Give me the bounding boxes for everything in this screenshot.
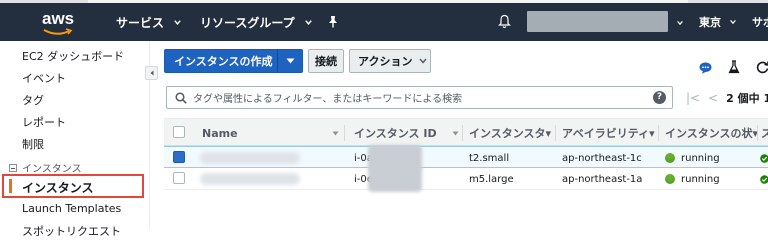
column-header-status-check[interactable]: ス bbox=[761, 119, 768, 147]
pin-icon[interactable] bbox=[327, 15, 339, 28]
sidebar-item-spot-requests[interactable]: スポットリクエスト bbox=[22, 223, 121, 239]
table-header: Name インスタンス ID インスタンスタ▾ アベイラビリティ▾ インスタンス… bbox=[164, 118, 768, 146]
sort-icon bbox=[332, 131, 339, 136]
column-header-label: インスタンス ID bbox=[354, 127, 437, 140]
instance-name-redacted bbox=[200, 173, 300, 185]
instance-name-redacted bbox=[200, 152, 300, 164]
sidebar-item-limits[interactable]: 制限 bbox=[22, 136, 44, 152]
chevron-down-icon[interactable] bbox=[676, 19, 684, 27]
check-circle-icon bbox=[760, 174, 768, 184]
availability-zone-cell: ap-northeast-1c bbox=[562, 152, 642, 164]
table-row[interactable]: i-0a0 t2.small ap-northeast-1c running bbox=[164, 145, 768, 171]
sidebar-item-label: インスタンス bbox=[22, 181, 94, 195]
select-all-checkbox[interactable] bbox=[173, 126, 185, 138]
sidebar-item-events[interactable]: イベント bbox=[22, 70, 66, 86]
column-header-instance-state[interactable]: インスタンスの状▾ bbox=[665, 119, 757, 147]
sidebar-section-instances[interactable]: インスタンス bbox=[9, 160, 82, 175]
aws-navbar: aws サービス リソースグループ 東京 サポ bbox=[0, 3, 768, 41]
sidebar-collapse-button[interactable] bbox=[145, 66, 158, 80]
refresh-icon[interactable] bbox=[756, 60, 768, 74]
search-placeholder: タグや属性によるフィルター、またはキーワードによる検索 bbox=[193, 94, 463, 105]
column-header-availability-zone[interactable]: アベイラビリティ▾ bbox=[562, 119, 658, 147]
chat-icon[interactable] bbox=[699, 62, 712, 74]
sidebar-item-tags[interactable]: タグ bbox=[22, 92, 44, 108]
aws-smile-icon bbox=[43, 28, 73, 35]
flask-icon[interactable] bbox=[728, 60, 740, 74]
column-divider bbox=[555, 125, 556, 141]
check-circle-icon bbox=[760, 153, 768, 163]
sort-icon bbox=[452, 131, 459, 136]
column-divider bbox=[658, 125, 659, 141]
running-status-icon bbox=[665, 153, 675, 163]
services-label: サービス bbox=[116, 15, 165, 30]
column-header-label: Name bbox=[202, 126, 238, 140]
column-divider bbox=[757, 125, 758, 141]
column-header-label: アベイラビリティ▾ bbox=[562, 127, 655, 140]
instance-type-cell: t2.small bbox=[469, 152, 510, 164]
column-header-label: インスタンスタ▾ bbox=[469, 127, 552, 140]
column-divider bbox=[344, 125, 345, 141]
chevron-down-icon bbox=[174, 19, 181, 25]
row-checkbox[interactable] bbox=[173, 172, 185, 184]
column-header-label: ス bbox=[761, 127, 768, 140]
sidebar-item-ec2-dashboard[interactable]: EC2 ダッシュボード bbox=[22, 48, 124, 64]
connect-button[interactable]: 接続 bbox=[308, 49, 344, 73]
chevron-down-icon bbox=[304, 19, 312, 25]
instance-state-text: running bbox=[681, 152, 720, 164]
launch-instance-dropdown[interactable] bbox=[278, 58, 302, 64]
region-menu[interactable]: 東京 bbox=[699, 3, 737, 41]
running-status-icon bbox=[665, 174, 675, 184]
chevron-left-icon bbox=[150, 70, 154, 76]
instance-state-cell: running bbox=[665, 168, 720, 190]
chevron-down-icon bbox=[419, 58, 427, 64]
launch-instance-label: インスタンスの作成 bbox=[174, 55, 273, 68]
resource-groups-label: リソースグループ bbox=[200, 15, 295, 30]
account-menu-redacted[interactable] bbox=[527, 11, 668, 32]
status-check-cell bbox=[760, 147, 768, 169]
caret-down-icon bbox=[286, 58, 294, 64]
aws-logo-text: aws bbox=[42, 9, 75, 28]
chevron-down-icon bbox=[730, 19, 736, 25]
services-menu[interactable]: サービス bbox=[116, 3, 182, 41]
instance-id-redacted bbox=[368, 166, 422, 192]
instance-type-cell: m5.large bbox=[469, 173, 514, 185]
first-page-icon[interactable]: |< bbox=[686, 91, 700, 105]
actions-button[interactable]: アクション bbox=[349, 49, 431, 73]
collapse-section-icon bbox=[9, 163, 17, 172]
column-header-label: インスタンスの状▾ bbox=[665, 127, 757, 140]
support-label: サポ bbox=[752, 16, 768, 29]
aws-logo[interactable]: aws bbox=[40, 5, 80, 37]
instance-state-cell: running bbox=[665, 147, 720, 169]
sidebar: EC2 ダッシュボード イベント タグ レポート 制限 インスタンス インスタン… bbox=[0, 41, 150, 238]
sidebar-item-reports[interactable]: レポート bbox=[22, 114, 66, 130]
sidebar-item-instances[interactable]: インスタンス bbox=[2, 174, 144, 198]
connect-label: 接続 bbox=[315, 55, 337, 68]
column-header-name[interactable]: Name bbox=[202, 119, 342, 147]
previous-page-icon[interactable]: < bbox=[708, 91, 718, 105]
filter-search-box[interactable]: タグや属性によるフィルター、またはキーワードによる検索 ? bbox=[166, 86, 673, 109]
column-divider bbox=[462, 125, 463, 141]
pagination: |< < 2 個中 1 - bbox=[686, 86, 768, 109]
availability-zone-cell: ap-northeast-1a bbox=[562, 173, 643, 185]
sidebar-section-label: インスタンス bbox=[22, 164, 82, 175]
table-row[interactable]: i-0ea m5.large ap-northeast-1a running bbox=[164, 166, 768, 192]
status-check-cell bbox=[760, 168, 768, 190]
support-menu[interactable]: サポ bbox=[752, 3, 768, 41]
instance-state-text: running bbox=[681, 173, 720, 185]
column-header-instance-id[interactable]: インスタンス ID bbox=[354, 119, 464, 147]
actions-label: アクション bbox=[358, 55, 413, 68]
region-label: 東京 bbox=[699, 16, 721, 29]
active-indicator bbox=[9, 179, 12, 193]
column-header-instance-type[interactable]: インスタンスタ▾ bbox=[469, 119, 555, 147]
launch-instance-button[interactable]: インスタンスの作成 bbox=[164, 49, 303, 73]
sidebar-item-launch-templates[interactable]: Launch Templates bbox=[22, 202, 121, 215]
row-checkbox[interactable] bbox=[173, 151, 185, 163]
resource-groups-menu[interactable]: リソースグループ bbox=[200, 3, 313, 41]
help-icon[interactable]: ? bbox=[653, 91, 666, 104]
search-icon bbox=[175, 91, 187, 104]
pagination-text: 2 個中 1 - bbox=[726, 91, 768, 105]
bell-icon[interactable] bbox=[498, 14, 511, 29]
